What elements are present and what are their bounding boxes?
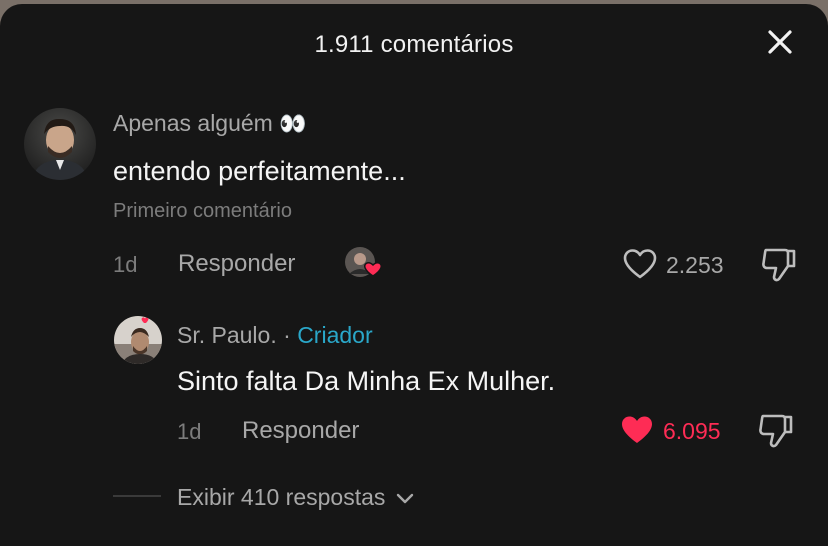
reply-timestamp: 1d <box>177 419 202 444</box>
comments-sheet: 1.911 comentários Apenas alguém 👀 entend… <box>0 4 828 546</box>
reply-like-button[interactable] <box>618 412 656 448</box>
chevron-down-icon[interactable] <box>396 493 414 505</box>
reply-username[interactable]: Sr. Paulo. <box>177 322 277 348</box>
comment-timestamp: 1d <box>113 252 138 277</box>
view-replies-label[interactable]: Exibir 410 respostas <box>177 484 385 510</box>
dislike-button[interactable] <box>760 245 798 285</box>
comments-count-title: 1.911 comentários <box>314 31 514 58</box>
view-replies-button[interactable]: Exibir 410 respostas <box>177 484 414 511</box>
comment-username-text[interactable]: Apenas alguém <box>113 110 273 136</box>
reply-dislike-button[interactable] <box>757 411 795 451</box>
like-count: 2.253 <box>666 252 724 278</box>
close-button[interactable] <box>764 26 796 58</box>
reply-button[interactable]: Responder <box>178 250 295 278</box>
reply-text: Sinto falta Da Minha Ex Mulher. <box>177 366 556 396</box>
reply-reply-button[interactable]: Responder <box>242 417 359 445</box>
creator-liked-avatar <box>344 244 382 282</box>
reply-avatar[interactable] <box>114 316 162 364</box>
creator-badge: Criador <box>297 322 373 348</box>
like-button[interactable] <box>622 246 658 282</box>
avatar[interactable] <box>24 108 96 180</box>
heart-icon[interactable] <box>623 248 657 280</box>
dislike-icon[interactable] <box>761 246 797 284</box>
heart-icon[interactable] <box>619 414 655 446</box>
dislike-icon[interactable] <box>758 412 794 450</box>
reply-username-row: Sr. Paulo. · Criador <box>177 322 373 349</box>
close-icon[interactable] <box>767 29 793 55</box>
comment-username[interactable]: Apenas alguém 👀 <box>113 110 307 137</box>
reply-separator: · <box>283 322 291 348</box>
comment-text: entendo perfeitamente... <box>113 156 406 186</box>
first-comment-label: Primeiro comentário <box>113 200 292 222</box>
replies-divider <box>113 495 161 497</box>
comment-username-emoji: 👀 <box>279 111 307 136</box>
reply-like-count: 6.095 <box>663 418 721 444</box>
